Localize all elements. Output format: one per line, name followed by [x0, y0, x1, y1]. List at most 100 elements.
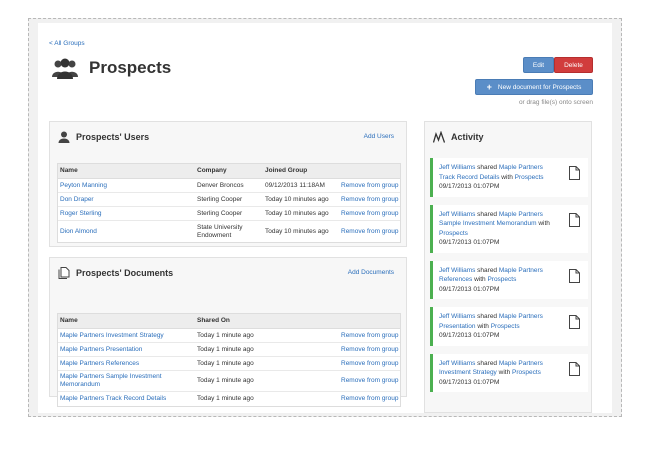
- page-header: Prospects: [51, 57, 171, 79]
- edit-button[interactable]: Edit: [523, 57, 554, 73]
- document-shared-on: Today 1 minute ago: [197, 359, 254, 367]
- group-page: < All Groups Prospects Edit Delete + New…: [38, 23, 612, 413]
- user-name-link[interactable]: Roger Sterling: [60, 210, 190, 218]
- remove-from-group-link[interactable]: Remove from group: [341, 346, 403, 354]
- activity-verb: shared: [477, 210, 498, 218]
- document-icon: [569, 212, 580, 227]
- activity-with: with: [498, 369, 511, 376]
- user-name-link[interactable]: Peyton Manning: [60, 182, 190, 190]
- user-joined: 09/12/2013 11:18AM: [265, 181, 325, 189]
- add-users-link[interactable]: Add Users: [364, 133, 394, 140]
- document-name-link[interactable]: Maple Partners Track Record Details: [60, 395, 194, 403]
- activity-group-link[interactable]: Prospects: [512, 369, 541, 376]
- activity-panel-header: Activity: [433, 131, 484, 143]
- remove-from-group-link[interactable]: Remove from group: [341, 196, 403, 204]
- activity-verb: shared: [477, 164, 498, 171]
- add-documents-link[interactable]: Add Documents: [348, 269, 394, 276]
- column-header-company: Company: [197, 167, 227, 174]
- new-document-button[interactable]: + New document for Prospects: [475, 79, 593, 95]
- user-joined: Today 10 minutes ago: [265, 209, 329, 217]
- activity-with: with: [474, 276, 486, 283]
- user-name-link[interactable]: Don Draper: [60, 196, 190, 204]
- activity-feed: Jeff Williams shared Maple Partners Trac…: [430, 158, 588, 400]
- activity-group-link[interactable]: Prospects: [491, 323, 520, 330]
- activity-panel-title: Activity: [451, 132, 484, 142]
- activity-item: Jeff Williams shared Maple Partners Pres…: [430, 307, 588, 346]
- users-table-header: Name Company Joined Group: [58, 164, 400, 179]
- document-icon: [569, 361, 580, 376]
- document-icon: [569, 315, 580, 329]
- documents-panel-title: Prospects' Documents: [76, 268, 174, 278]
- document-name-link[interactable]: Maple Partners Presentation: [60, 346, 194, 354]
- activity-user-link[interactable]: Jeff Williams: [439, 267, 475, 274]
- group-icon: [52, 58, 78, 79]
- documents-icon: [58, 267, 70, 279]
- activity-group-link[interactable]: Prospects: [487, 276, 516, 283]
- remove-from-group-link[interactable]: Remove from group: [341, 395, 403, 403]
- document-name-link[interactable]: Maple Partners Sample Investment Memoran…: [60, 373, 194, 389]
- column-header-joined: Joined Group: [265, 167, 308, 174]
- user-joined: Today 10 minutes ago: [265, 227, 329, 235]
- remove-from-group-link[interactable]: Remove from group: [341, 182, 403, 190]
- activity-time: 09/17/2013 01:07PM: [439, 285, 500, 293]
- back-to-groups-link[interactable]: < All Groups: [49, 40, 85, 47]
- column-header-name: Name: [60, 167, 78, 174]
- column-header-shared-on: Shared On: [197, 317, 230, 324]
- activity-user-link[interactable]: Jeff Williams: [439, 360, 475, 367]
- remove-from-group-link[interactable]: Remove from group: [341, 228, 403, 236]
- activity-with: with: [477, 322, 489, 330]
- users-panel: Prospects' Users Add Users Name Company …: [49, 121, 407, 247]
- user-company: Sterling Cooper: [197, 195, 243, 203]
- document-shared-on: Today 1 minute ago: [197, 377, 254, 384]
- table-row: Maple Partners References Today 1 minute…: [58, 357, 400, 371]
- column-header-name: Name: [60, 317, 78, 324]
- user-company: State University Endowment: [197, 223, 243, 239]
- table-row: Peyton Manning Denver Broncos 09/12/2013…: [58, 179, 400, 193]
- remove-from-group-link[interactable]: Remove from group: [341, 210, 403, 218]
- activity-verb: shared: [477, 266, 498, 274]
- table-row: Maple Partners Presentation Today 1 minu…: [58, 343, 400, 357]
- activity-icon: [433, 131, 445, 143]
- document-shared-on: Today 1 minute ago: [197, 395, 254, 402]
- activity-user-link[interactable]: Jeff Williams: [439, 164, 475, 171]
- activity-time: 09/17/2013 01:07PM: [439, 332, 500, 339]
- table-row: Dion Almond State University Endowment T…: [58, 221, 400, 242]
- activity-verb: shared: [477, 359, 498, 367]
- remove-from-group-link[interactable]: Remove from group: [341, 332, 403, 340]
- documents-panel-header: Prospects' Documents: [58, 267, 173, 279]
- activity-group-link[interactable]: Prospects: [515, 174, 544, 181]
- activity-item: Jeff Williams shared Maple Partners Inve…: [430, 353, 588, 392]
- document-name-link[interactable]: Maple Partners Investment Strategy: [60, 332, 194, 340]
- documents-table: Name Shared On Maple Partners Investment…: [57, 313, 401, 407]
- user-company: Sterling Cooper: [197, 209, 243, 217]
- plus-icon: +: [486, 82, 492, 92]
- activity-user-link[interactable]: Jeff Williams: [439, 313, 475, 320]
- activity-time: 09/17/2013 01:07PM: [439, 378, 500, 386]
- remove-from-group-link[interactable]: Remove from group: [341, 377, 403, 385]
- remove-from-group-link[interactable]: Remove from group: [341, 360, 403, 368]
- table-row: Maple Partners Sample Investment Memoran…: [58, 371, 400, 392]
- activity-group-link[interactable]: Prospects: [439, 230, 468, 237]
- activity-with: with: [501, 173, 513, 181]
- activity-user-link[interactable]: Jeff Williams: [439, 211, 475, 218]
- document-name-link[interactable]: Maple Partners References: [60, 360, 194, 368]
- user-name-link[interactable]: Dion Almond: [60, 228, 190, 236]
- document-icon: [569, 268, 580, 283]
- documents-table-header: Name Shared On: [58, 314, 400, 329]
- table-row: Don Draper Sterling Cooper Today 10 minu…: [58, 193, 400, 207]
- table-row: Maple Partners Track Record Details Toda…: [58, 392, 400, 406]
- documents-panel: Prospects' Documents Add Documents Name …: [49, 257, 407, 407]
- activity-panel: Activity Jeff Williams shared Maple Part…: [424, 121, 592, 413]
- drag-hint: or drag file(s) onto screen: [518, 99, 593, 106]
- delete-button[interactable]: Delete: [554, 57, 593, 73]
- document-icon: [569, 166, 580, 180]
- activity-item: Jeff Williams shared Maple Partners Refe…: [430, 260, 588, 299]
- activity-time: 09/17/2013 01:07PM: [439, 239, 500, 246]
- table-row: Roger Sterling Sterling Cooper Today 10 …: [58, 207, 400, 221]
- activity-item: Jeff Williams shared Maple Partners Samp…: [430, 204, 588, 253]
- new-document-label: New document for Prospects: [497, 83, 582, 91]
- page-title: Prospects: [89, 58, 172, 77]
- user-joined: Today 10 minutes ago: [265, 195, 329, 203]
- activity-with: with: [538, 220, 550, 227]
- users-table: Name Company Joined Group Peyton Manning…: [57, 163, 401, 243]
